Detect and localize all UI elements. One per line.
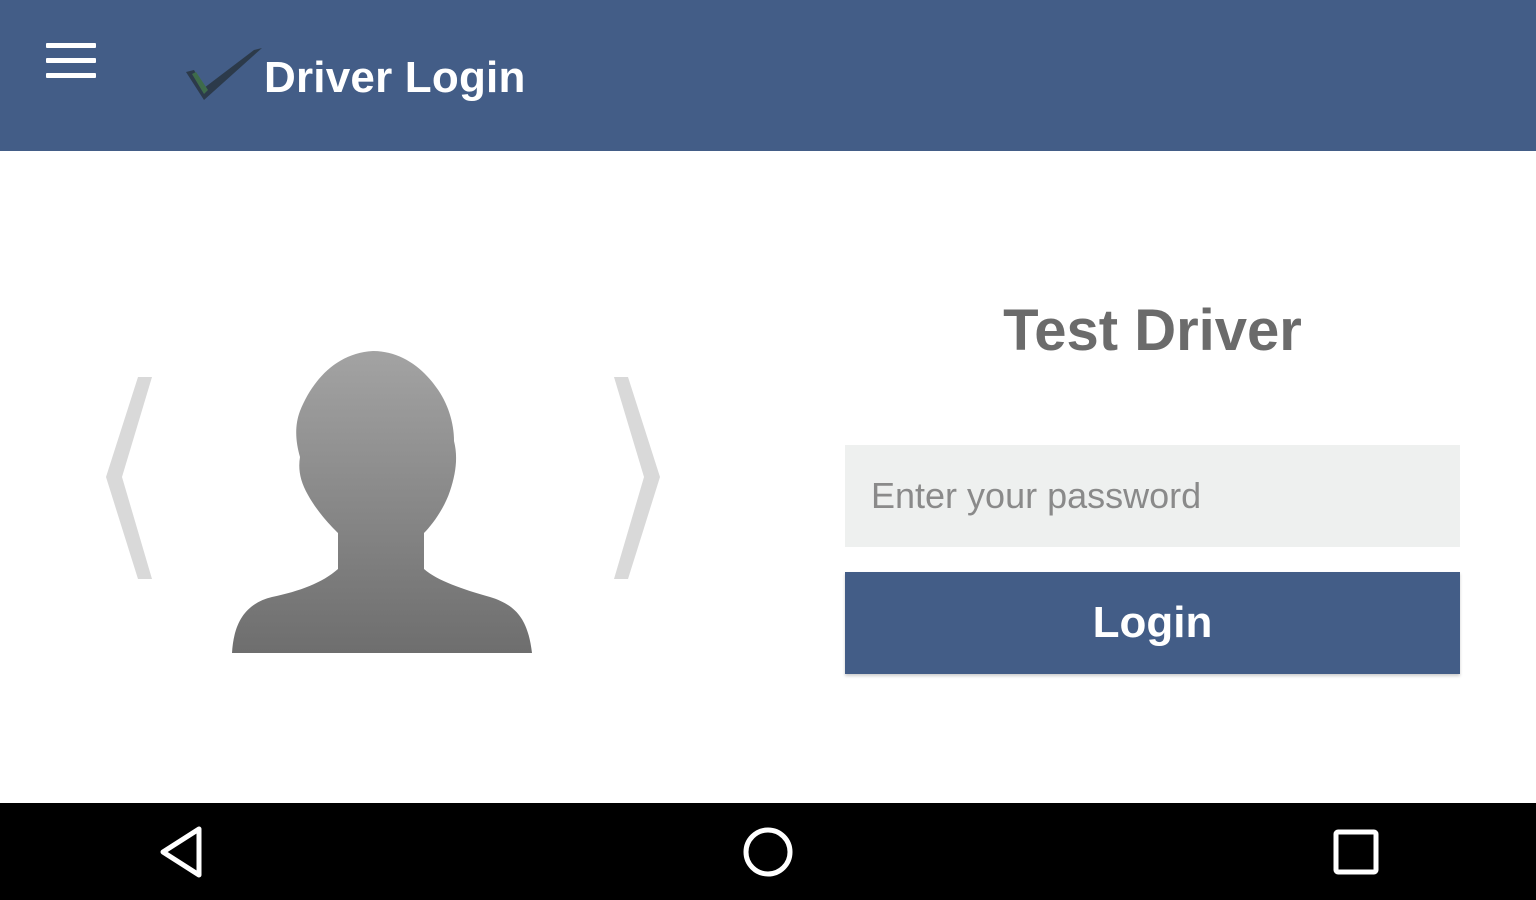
back-triangle-icon — [160, 826, 202, 878]
login-content: Test Driver Login — [0, 151, 1536, 803]
recents-button[interactable] — [1316, 817, 1396, 887]
app-bar-title: Driver Login — [264, 53, 526, 102]
app-bar: Driver Login — [0, 0, 1536, 151]
hamburger-menu-icon — [46, 43, 96, 78]
previous-driver-button[interactable] — [98, 373, 162, 583]
next-driver-button[interactable] — [604, 373, 668, 583]
person-silhouette-icon — [232, 351, 532, 653]
chevron-right-icon — [614, 377, 660, 579]
home-button[interactable] — [728, 817, 808, 887]
driver-name: Test Driver — [1003, 298, 1302, 363]
checkmark-logo-icon — [186, 48, 262, 100]
password-input[interactable] — [845, 445, 1460, 547]
chevron-left-icon — [106, 377, 152, 579]
back-button[interactable] — [142, 817, 222, 887]
app-screen: Driver Login Test Driver Login — [0, 0, 1536, 900]
recents-square-icon — [1333, 829, 1379, 875]
home-circle-icon — [743, 827, 793, 877]
system-navigation-bar — [0, 803, 1536, 900]
menu-button[interactable] — [30, 28, 112, 94]
login-button[interactable]: Login — [845, 572, 1460, 674]
